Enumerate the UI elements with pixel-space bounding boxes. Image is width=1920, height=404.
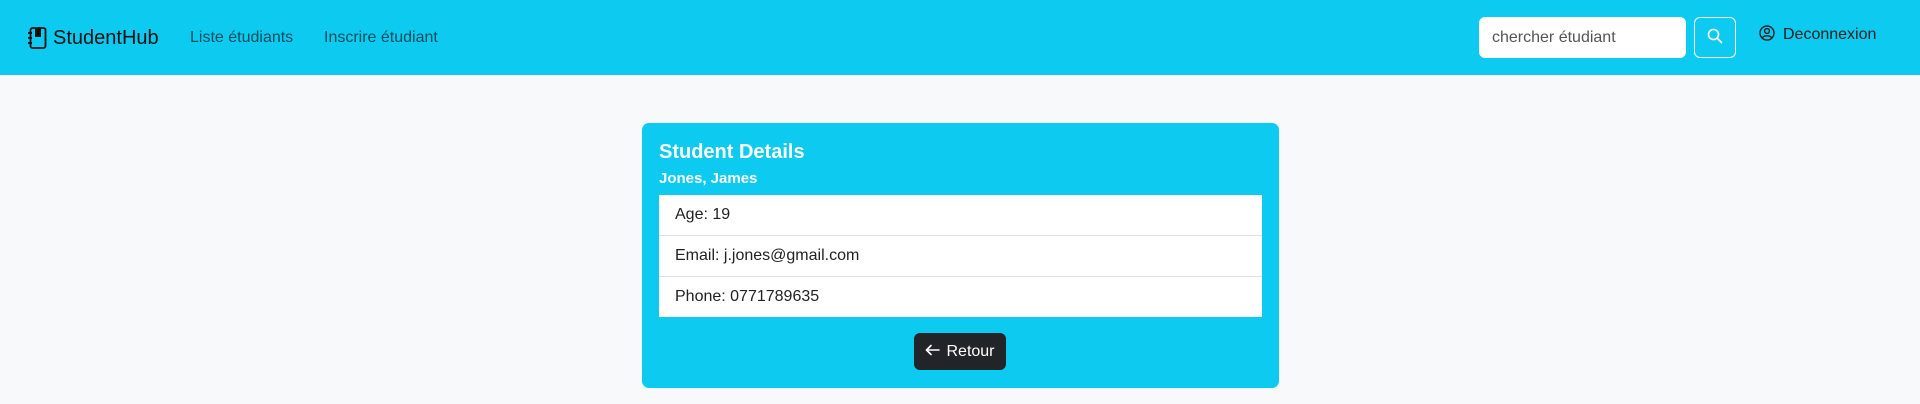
journal-bookmark-icon	[27, 27, 47, 49]
person-circle-icon	[1759, 24, 1775, 46]
brand-link[interactable]: StudentHub	[27, 25, 159, 51]
nav-link-student-list[interactable]: Liste étudiants	[190, 29, 293, 47]
back-button[interactable]: Retour	[914, 333, 1006, 370]
arrow-left-icon	[925, 343, 941, 361]
detail-email: Email: j.jones@gmail.com	[659, 236, 1262, 277]
detail-age: Age: 19	[659, 195, 1262, 236]
detail-phone: Phone: 0771789635	[675, 288, 820, 305]
student-details-card: Student Details Jones, James Age: 19 Ema…	[642, 123, 1279, 388]
details-list: Age: 19 Email: j.jones@gmail.com Phone: …	[659, 195, 1262, 317]
back-button-label: Retour	[946, 342, 995, 360]
card-title: Student Details	[659, 141, 805, 163]
search-input[interactable]	[1479, 17, 1686, 58]
brand-name: StudentHub	[53, 26, 159, 49]
search-button[interactable]	[1694, 17, 1736, 58]
logout-link[interactable]: Deconnexion	[1759, 24, 1877, 46]
nav-link-register-student[interactable]: Inscrire étudiant	[324, 29, 438, 47]
student-name: Jones, James	[659, 170, 758, 187]
top-navbar: StudentHub Liste étudiants Inscrire étud…	[0, 0, 1920, 75]
search-icon	[1707, 28, 1723, 47]
logout-label: Deconnexion	[1783, 26, 1877, 43]
